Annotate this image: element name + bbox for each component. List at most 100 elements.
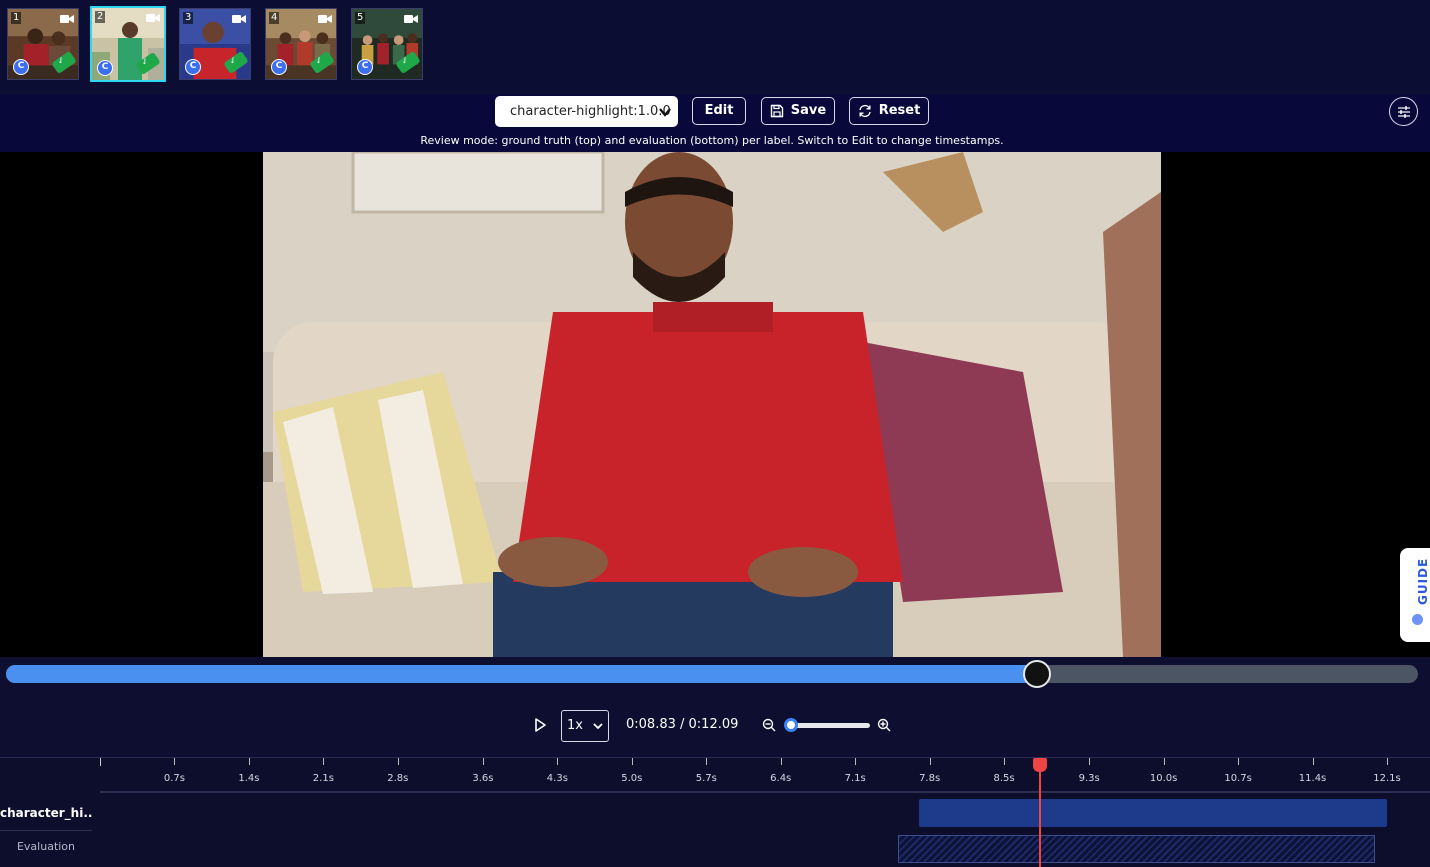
reset-button[interactable]: Reset: [849, 97, 929, 125]
save-button[interactable]: Save: [761, 97, 835, 125]
ruler-tick-label: 2.1s: [312, 773, 334, 784]
zoom-out-icon[interactable]: [762, 718, 776, 732]
time-ruler[interactable]: 0.7s 1.4s 2.1s 2.8s 3.6s 4.3s 5.0s 5.7s 6.4s 7.1s…: [100, 758, 1430, 793]
ruler-tick: [1387, 758, 1388, 765]
c-badge-icon: C: [13, 59, 29, 75]
clip-number: 2: [95, 11, 106, 23]
seek-bar-handle[interactable]: [1022, 660, 1051, 688]
guide-tab[interactable]: GUIDE: [1400, 548, 1430, 642]
clip-thumbnail-5[interactable]: 5 C: [351, 8, 423, 80]
seek-bar-progress: [6, 665, 1037, 683]
track-divider: [0, 830, 92, 831]
clip-thumbnail-1[interactable]: 1 C: [7, 8, 79, 80]
model-version-select[interactable]: character-highlight:1.0.0: [495, 96, 678, 127]
ruler-tick-label: 11.4s: [1298, 773, 1327, 784]
chevron-down-icon: [659, 108, 671, 117]
video-frame[interactable]: [263, 152, 1161, 657]
app-root: 1 C 2 C 3 C: [0, 0, 1430, 867]
play-icon[interactable]: [532, 717, 548, 733]
ruler-tick: [323, 758, 325, 765]
evaluation-segment[interactable]: [897, 835, 1376, 863]
refresh-icon: [858, 104, 871, 118]
ruler-tick-label: 8.5s: [993, 773, 1015, 784]
save-icon: [770, 104, 783, 118]
ruler-tick-label: 10.0s: [1149, 773, 1178, 784]
chevron-down-icon: [593, 723, 603, 730]
clip-thumbnail-2[interactable]: 2 C: [90, 6, 166, 82]
zoom-slider[interactable]: [790, 723, 870, 728]
zoom-in-icon[interactable]: [877, 718, 891, 732]
model-version-value: character-highlight:1.0.0: [510, 104, 671, 119]
ruler-tick: [929, 758, 931, 765]
c-badge-icon: C: [185, 59, 201, 75]
c-badge-icon: C: [97, 60, 113, 76]
video-camera-icon: [232, 15, 246, 23]
c-badge-icon: C: [357, 59, 373, 75]
clip-thumbnail-3[interactable]: 3 C: [179, 8, 251, 80]
ruler-tick-label: 1.4s: [238, 773, 260, 784]
zoom-slider-handle[interactable]: [784, 718, 798, 732]
ruler-tick-label: 10.7s: [1224, 773, 1252, 784]
ruler-tick: [397, 758, 399, 765]
clip-number: 1: [11, 12, 22, 24]
playback-controls: 1x 0:08.83 / 0:12.09: [0, 657, 1430, 757]
ruler-tick: [1163, 758, 1165, 765]
seek-bar[interactable]: [6, 660, 1418, 688]
ruler-tick-label: 12.1s: [1373, 773, 1401, 784]
ruler-tick: [482, 758, 484, 765]
ruler-tick-label: 6.4s: [770, 773, 792, 784]
ruler-tick-label: 2.8s: [387, 773, 409, 784]
edit-button[interactable]: Edit: [692, 97, 746, 125]
settings-button[interactable]: [1389, 97, 1418, 126]
review-mode-note: Review mode: ground truth (top) and eval…: [420, 134, 1004, 147]
video-camera-icon: [60, 15, 74, 23]
clip-number: 5: [355, 12, 366, 24]
clip-number: 4: [269, 12, 280, 24]
evaluation-label: Evaluation: [16, 840, 76, 853]
ruler-tick: [1004, 758, 1006, 765]
ruler-tick: [557, 758, 559, 765]
playhead[interactable]: [1039, 758, 1042, 867]
ruler-tick-label: 4.3s: [546, 773, 568, 784]
reset-button-label: Reset: [878, 103, 921, 118]
video-camera-icon: [146, 14, 160, 22]
clip-number: 3: [183, 12, 194, 24]
total-time: / 0:12.09: [680, 717, 739, 732]
ground-truth-segment[interactable]: [919, 799, 1387, 827]
label-timeline: 0.7s 1.4s 2.1s 2.8s 3.6s 4.3s 5.0s 5.7s 6.4s 7.1s…: [0, 757, 1430, 867]
ruler-tick: [1089, 758, 1091, 765]
ruler-tick-label: 0.7s: [163, 773, 186, 784]
ruler-tick: [1312, 758, 1314, 765]
playback-speed-select[interactable]: 1x: [561, 710, 609, 742]
video-camera-icon: [404, 15, 418, 23]
ruler-tick: [855, 758, 857, 765]
c-badge-icon: C: [271, 59, 287, 75]
sliders-icon: [1397, 105, 1410, 118]
track-label: character_hi...: [0, 806, 92, 820]
save-button-label: Save: [790, 103, 827, 118]
ruler-tick: [631, 758, 633, 765]
playhead-handle[interactable]: [1033, 758, 1048, 772]
info-icon: [1412, 614, 1423, 625]
ruler-tick-label: 5.0s: [621, 773, 643, 784]
ruler-tick-label: 7.1s: [844, 773, 866, 784]
ruler-tick-label: 3.6s: [472, 773, 494, 784]
clip-thumbnail-strip: 1 C 2 C 3 C: [0, 0, 1430, 95]
playback-speed-value: 1x: [567, 718, 583, 733]
ruler-tick: [706, 758, 708, 765]
ruler-tick-label: 5.7s: [695, 773, 717, 784]
time-display: 0:08.83 / 0:12.09: [626, 717, 738, 732]
current-time: 0:08.83: [626, 717, 676, 732]
edit-button-label: Edit: [704, 103, 734, 118]
ruler-tick: [780, 758, 782, 765]
ruler-tick-label: 9.3s: [1078, 773, 1100, 784]
editor-toolbar: character-highlight:1.0.0 Edit Save Rese…: [0, 95, 1430, 152]
ruler-tick: [1238, 758, 1240, 765]
ruler-tick-label: 7.8s: [919, 773, 941, 784]
ruler-tick: [174, 758, 176, 765]
video-camera-icon: [318, 15, 332, 23]
clip-thumbnail-4[interactable]: 4 C: [265, 8, 337, 80]
ruler-tick: [248, 758, 250, 765]
guide-label: GUIDE: [1416, 557, 1430, 605]
video-player: GUIDE: [0, 152, 1430, 657]
